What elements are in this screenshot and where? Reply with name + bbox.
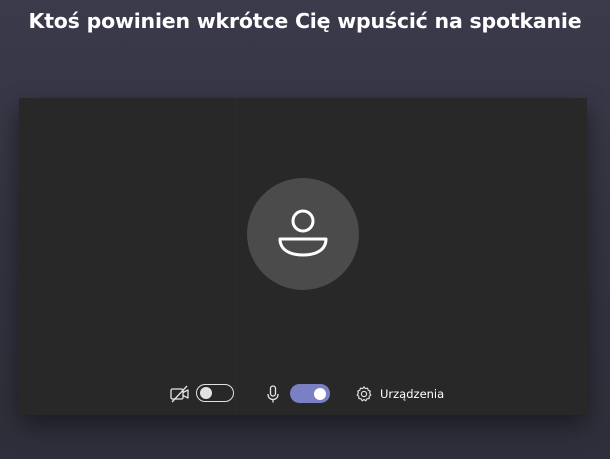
microphone-icon[interactable] [266, 384, 280, 404]
camera-toggle[interactable] [196, 384, 234, 402]
microphone-toggle[interactable] [290, 384, 330, 403]
devices-label: Urządzenia [380, 387, 445, 401]
preview-divider [235, 98, 236, 415]
video-preview: Urządzenia [19, 98, 587, 415]
microphone-toggle-knob [314, 387, 326, 400]
person-icon [278, 209, 328, 257]
devices-button[interactable]: Urządzenia [355, 382, 444, 406]
page-title: Ktoś powinien wkrótce Cię wpuścić na spo… [28, 9, 582, 33]
avatar [247, 178, 359, 290]
video-off-icon[interactable] [169, 384, 191, 404]
media-controls: Urządzenia [19, 380, 587, 408]
camera-toggle-knob [200, 387, 212, 399]
gear-icon [356, 386, 372, 402]
